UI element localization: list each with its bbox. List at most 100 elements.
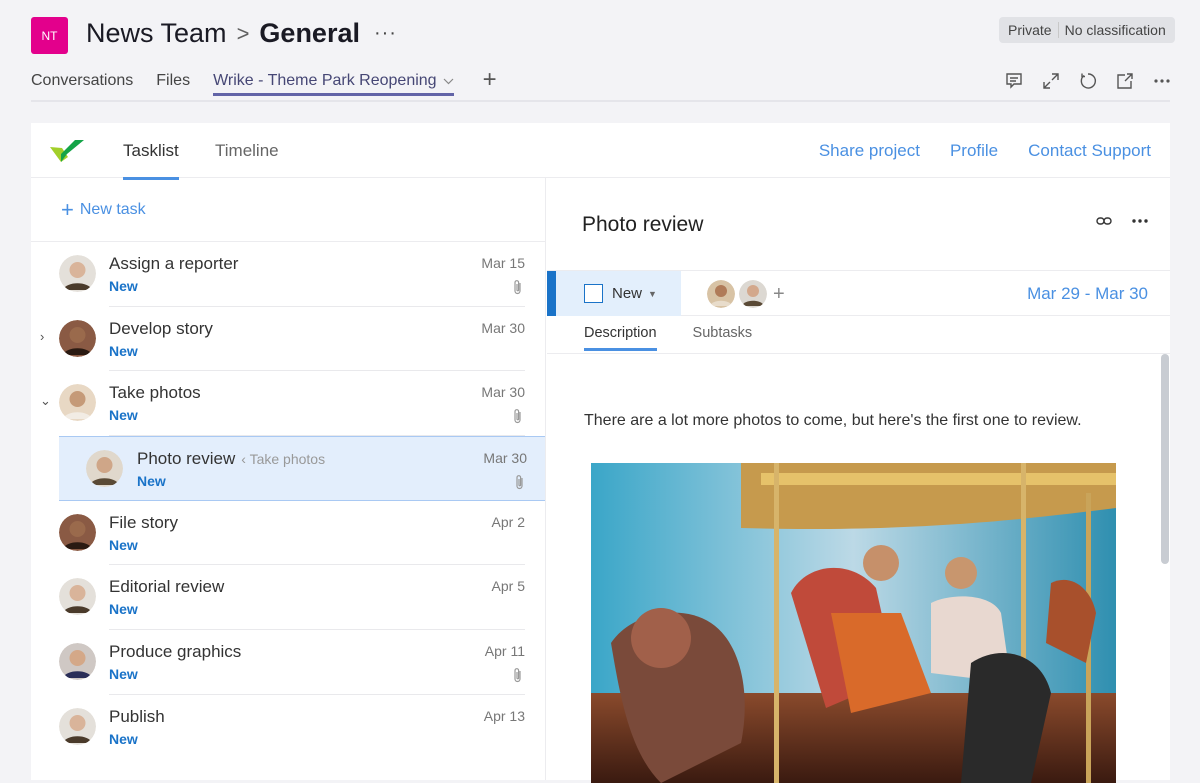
task-list: Assign a reporter New Mar 15 › Develop s…: [31, 242, 545, 760]
task-date: Mar 15: [481, 255, 525, 271]
paperclip-icon: [514, 409, 521, 424]
share-project-link[interactable]: Share project: [819, 141, 920, 161]
chevron-down-icon[interactable]: ⌄: [40, 393, 51, 409]
avatar: [59, 643, 96, 681]
new-task-label: New task: [79, 200, 146, 218]
scrollbar[interactable]: [1160, 354, 1170, 780]
task-status: New: [109, 536, 138, 553]
task-row[interactable]: Photo review ‹ Take photos New Mar 30: [59, 436, 545, 501]
task-row-content: Take photos New Mar 30: [109, 371, 525, 437]
page-title: News Team > General ···: [86, 18, 397, 49]
task-row[interactable]: › Develop story New Mar 30: [31, 307, 545, 372]
task-status: New: [109, 601, 138, 618]
task-name-text: Assign a reporter: [109, 254, 239, 273]
profile-link[interactable]: Profile: [950, 141, 998, 161]
task-status: New: [109, 407, 138, 424]
task-row[interactable]: File story New Apr 2: [31, 501, 545, 566]
more-icon[interactable]: [1153, 72, 1171, 90]
tab-conversations[interactable]: Conversations: [31, 72, 133, 96]
scrollbar-thumb[interactable]: [1161, 354, 1169, 564]
parent-task-name: Take photos: [249, 451, 326, 468]
channel-name: General: [259, 18, 360, 48]
classification-badge: Private No classification: [999, 17, 1175, 43]
tab-divider: [31, 100, 1170, 102]
task-row[interactable]: Produce graphics New Apr 11: [31, 630, 545, 695]
task-date: Mar 30: [481, 319, 525, 336]
task-status: New: [137, 473, 166, 490]
task-row[interactable]: ⌄ Take photos New Mar 30: [31, 371, 545, 437]
task-status: New: [109, 278, 138, 294]
paperclip-icon: [514, 668, 521, 683]
task-row-content: Photo review ‹ Take photos New Mar 30: [137, 437, 527, 500]
task-name: Assign a reporter: [109, 254, 238, 274]
channel-more-button[interactable]: ···: [374, 22, 397, 45]
header-links: Share project Profile Contact Support: [819, 141, 1151, 161]
team-avatar: NT: [31, 17, 68, 54]
paperclip-icon: [516, 475, 523, 490]
task-name-text: Develop story: [109, 318, 213, 338]
new-task-button[interactable]: + New task: [31, 178, 545, 242]
wrike-panel: Tasklist Timeline Share project Profile …: [31, 123, 1170, 783]
photo-image: [591, 463, 1116, 783]
expand-icon[interactable]: [1042, 72, 1060, 90]
chevron-right-icon: >: [236, 20, 250, 46]
task-title[interactable]: Photo review: [582, 213, 703, 237]
chevron-down-icon: [443, 78, 454, 84]
task-detail-pane: Photo review New ▼ + Mar 29 - Mar 30 Des…: [547, 178, 1170, 783]
task-row-content: File story New Apr 2: [109, 501, 525, 566]
task-name: Take photos: [109, 383, 201, 403]
tab-timeline[interactable]: Timeline: [215, 141, 279, 161]
task-row[interactable]: Publish New Apr 13: [31, 695, 545, 760]
link-icon[interactable]: [1096, 216, 1112, 226]
task-name-text: File story: [109, 512, 178, 532]
task-name: Develop story: [109, 319, 213, 339]
task-date: Apr 11: [484, 643, 525, 660]
avatar[interactable]: [707, 280, 735, 308]
parent-task-label[interactable]: ‹ Take photos: [241, 451, 325, 467]
task-name-text: Photo review: [137, 449, 236, 469]
avatar[interactable]: [739, 280, 767, 308]
task-name: File story: [109, 513, 178, 533]
tab-tasklist[interactable]: Tasklist: [123, 141, 179, 180]
task-row-content: Assign a reporter New Mar 15: [109, 242, 525, 307]
task-name: Produce graphics: [109, 642, 241, 662]
team-name[interactable]: News Team: [86, 18, 227, 49]
status-dropdown[interactable]: New ▼: [547, 271, 681, 316]
avatar: [59, 319, 96, 357]
more-icon[interactable]: [1132, 218, 1148, 224]
complete-checkbox[interactable]: [584, 284, 603, 303]
task-row-content: Develop story New Mar 30: [109, 307, 525, 372]
date-range[interactable]: Mar 29 - Mar 30: [1027, 284, 1148, 304]
task-name: Photo review ‹ Take photos: [137, 449, 325, 469]
task-status-bar: New ▼ + Mar 29 - Mar 30: [547, 270, 1170, 316]
task-status: New: [109, 730, 138, 747]
add-tab-button[interactable]: +: [483, 66, 497, 94]
plus-icon: +: [61, 196, 74, 222]
task-description[interactable]: There are a lot more photos to come, but…: [584, 412, 1082, 430]
task-row-content: Publish New Apr 13: [109, 695, 525, 760]
task-list-pane: + New task Assign a reporter New Mar 15 …: [31, 178, 546, 780]
chat-icon[interactable]: [1005, 72, 1023, 90]
task-row[interactable]: Assign a reporter New Mar 15: [31, 242, 545, 307]
task-name-text: Produce graphics: [109, 642, 242, 662]
task-name: Publish: [109, 707, 165, 727]
task-date: Apr 13: [483, 707, 525, 724]
contact-support-link[interactable]: Contact Support: [1028, 141, 1151, 161]
avatar: [59, 255, 96, 292]
chevron-right-icon[interactable]: ›: [40, 329, 44, 344]
popout-icon[interactable]: [1116, 72, 1134, 90]
detail-tabs: Description Subtasks: [584, 325, 753, 351]
tab-subtasks[interactable]: Subtasks: [693, 325, 753, 341]
channel-tabs: Conversations Files Wrike - Theme Park R…: [31, 66, 497, 96]
task-row[interactable]: Editorial review New Apr 5: [31, 565, 545, 631]
task-name-text: Editorial review: [109, 577, 225, 597]
wrike-header: Tasklist Timeline Share project Profile …: [31, 123, 1170, 180]
tab-wrike-label: Wrike - Theme Park Reopening: [213, 72, 437, 89]
task-date: Mar 30: [483, 450, 527, 467]
tab-wrike[interactable]: Wrike - Theme Park Reopening: [213, 72, 454, 96]
refresh-icon[interactable]: [1079, 72, 1097, 90]
avatar: [59, 513, 96, 551]
tab-files[interactable]: Files: [156, 72, 190, 96]
add-assignee-button[interactable]: +: [773, 283, 785, 306]
tab-description[interactable]: Description: [584, 325, 657, 351]
